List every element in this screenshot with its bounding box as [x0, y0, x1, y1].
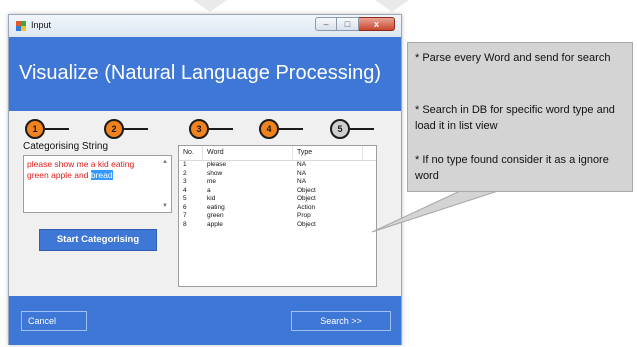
annotation-note-2: * Search in DB for specific word type an…: [415, 104, 615, 132]
annotation-note-1: * Parse every Word and send for search: [415, 52, 611, 64]
annotation-note-3: * If no type found consider it as a igno…: [415, 154, 609, 182]
